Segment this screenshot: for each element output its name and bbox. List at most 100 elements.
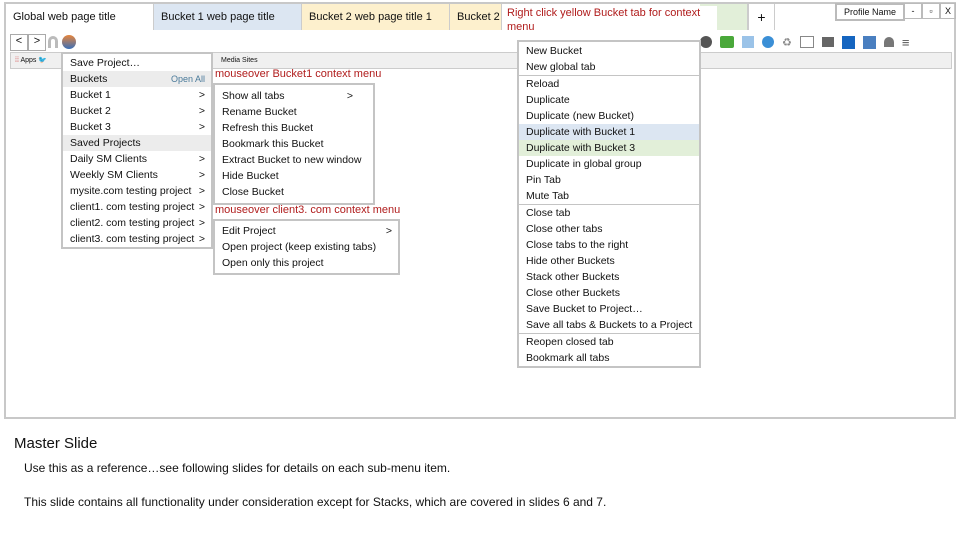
project-item-label: Daily SM Clients — [70, 153, 148, 165]
bucket-menu-item-label: Refresh this Bucket — [222, 122, 314, 134]
clock-icon[interactable] — [762, 36, 774, 48]
context-menu-item[interactable]: Hide other Buckets — [519, 253, 699, 269]
bucket-menu-item[interactable]: Show all tabs > — [215, 88, 373, 104]
context-menu-item[interactable]: Pin Tab — [519, 172, 699, 188]
cast-icon[interactable] — [799, 36, 814, 48]
recycle-icon[interactable]: ♻ — [782, 36, 792, 49]
bucket-item[interactable]: Bucket 1 > — [63, 87, 211, 103]
tab-global[interactable]: Global web page title — [6, 4, 154, 30]
context-menu-item-label: Duplicate (new Bucket) — [526, 110, 634, 122]
check-icon[interactable] — [700, 36, 712, 48]
new-tab-button[interactable]: + — [748, 4, 775, 30]
context-menu-item[interactable]: Duplicate — [519, 92, 699, 108]
bucket-item[interactable]: Bucket 2 > — [63, 103, 211, 119]
note-right-click: Right click yellow Bucket tab for contex… — [507, 6, 717, 34]
context-menu-item[interactable]: New Bucket — [519, 43, 699, 59]
chevron-right-icon: > — [198, 201, 205, 213]
bucket-menu-item[interactable]: Refresh this Bucket — [215, 120, 373, 136]
tab-bucket2-2[interactable]: Bucket 2 — [450, 4, 502, 30]
context-menu-item-label: Reopen closed tab — [526, 336, 614, 348]
context-menu-item[interactable]: Duplicate with Bucket 1 — [519, 124, 699, 140]
menu-group: Reopen closed tab Bookmark all tabs — [519, 333, 699, 366]
bucket-menu-item[interactable]: Close Bucket — [215, 184, 373, 200]
bucket-menu-item[interactable]: Extract Bucket to new window — [215, 152, 373, 168]
project-item-label: mysite.com testing project — [70, 185, 192, 197]
apps-icon: ⁞⁞ — [15, 57, 19, 64]
context-menu-item[interactable]: Duplicate (new Bucket) — [519, 108, 699, 124]
menu-group: Close tab Close other tabs Close tabs to t… — [519, 204, 699, 333]
project-item[interactable]: Weekly SM Clients > — [63, 167, 211, 183]
context-menu-item[interactable]: Close other Buckets — [519, 285, 699, 301]
reload-icon[interactable] — [48, 36, 58, 48]
project-item-label: client3. com testing project — [70, 233, 195, 245]
chevron-right-icon: > — [385, 225, 392, 237]
tab-bucket2-1[interactable]: Bucket 2 web page title 1 — [302, 4, 450, 30]
chevron-right-icon: > — [198, 233, 205, 245]
bookmark-media[interactable]: Media Sites — [221, 53, 258, 68]
bucket-menu-item-label: Bookmark this Bucket — [222, 138, 324, 150]
project-item[interactable]: Daily SM Clients > — [63, 151, 211, 167]
context-menu-item[interactable]: Stack other Buckets — [519, 269, 699, 285]
project-menu-item[interactable]: Open only this project — [215, 255, 398, 271]
project-item[interactable]: client2. com testing project > — [63, 215, 211, 231]
bucket-item[interactable]: Bucket 3 > — [63, 119, 211, 135]
extension-icon[interactable] — [62, 35, 76, 49]
project-menu-item[interactable]: Edit Project > — [215, 223, 398, 239]
bucket-menu-item[interactable]: Bookmark this Bucket — [215, 136, 373, 152]
chevron-right-icon: > — [198, 153, 205, 165]
twitter-icon[interactable]: 🐦 — [38, 57, 47, 64]
context-menu-item[interactable]: Save Bucket to Project… — [519, 301, 699, 317]
trello-icon[interactable] — [841, 35, 855, 49]
slide-line2: This slide contains all functionality un… — [24, 495, 607, 509]
project-menu-item[interactable]: Open project (keep existing tabs) — [215, 239, 398, 255]
chevron-right-icon: > — [198, 105, 205, 117]
profile-button[interactable]: Profile Name — [835, 3, 905, 21]
context-menu-item-label: Stack other Buckets — [526, 271, 620, 283]
like-icon[interactable] — [862, 35, 876, 49]
chevron-right-icon: > — [198, 217, 205, 229]
context-menu-item-label: Save all tabs & Buckets to a Project — [526, 319, 693, 331]
bucket-menu-item[interactable]: Hide Bucket — [215, 168, 373, 184]
context-menu-item[interactable]: Duplicate with Bucket 3 — [519, 140, 699, 156]
context-menu-item-label: Pin Tab — [526, 174, 561, 186]
save-project-item[interactable]: Save Project… — [63, 55, 211, 71]
open-all-button[interactable]: Open All — [171, 71, 205, 87]
bucket-item-label: Bucket 1 — [70, 89, 111, 101]
project-menu-item-label: Open only this project — [222, 257, 324, 269]
project-menu-item-label: Open project (keep existing tabs) — [222, 241, 377, 253]
bookmark-apps[interactable]: Apps — [20, 57, 36, 64]
back-button[interactable]: < — [10, 34, 28, 51]
project-item[interactable]: client1. com testing project > — [63, 199, 211, 215]
bucket-menu-item[interactable]: Rename Bucket — [215, 104, 373, 120]
minimize-button[interactable]: - — [904, 3, 922, 19]
context-menu-item-label: Close other tabs — [526, 223, 603, 235]
user-icon[interactable] — [883, 37, 894, 47]
chevron-right-icon: > — [198, 89, 205, 101]
context-menu-item[interactable]: New global tab — [519, 59, 699, 75]
menu-icon[interactable]: ≡ — [902, 35, 910, 50]
calendar-icon[interactable] — [742, 36, 754, 48]
context-menu-item-label: Close other Buckets — [526, 287, 620, 299]
close-window-button[interactable]: X — [940, 3, 956, 19]
project-item[interactable]: mysite.com testing project > — [63, 183, 211, 199]
bucket-item-label: Bucket 2 — [70, 105, 111, 117]
chevron-right-icon: > — [346, 90, 353, 102]
forward-button[interactable]: > — [28, 34, 46, 51]
bucket-menu-item-label: Show all tabs — [222, 90, 285, 102]
context-menu-item[interactable]: Reload — [519, 76, 699, 92]
context-menu-item[interactable]: Mute Tab — [519, 188, 699, 204]
mail-icon[interactable] — [821, 37, 834, 47]
context-menu-item[interactable]: Save all tabs & Buckets to a Project — [519, 317, 699, 333]
green-extension-icon[interactable] — [720, 36, 734, 48]
context-menu-item[interactable]: Close other tabs — [519, 221, 699, 237]
context-menu-item[interactable]: Reopen closed tab — [519, 334, 699, 350]
context-menu-item[interactable]: Close tabs to the right — [519, 237, 699, 253]
context-menu-item[interactable]: Close tab — [519, 205, 699, 221]
tab-bucket1[interactable]: Bucket 1 web page title — [154, 4, 302, 30]
project-item[interactable]: client3. com testing project > — [63, 231, 211, 247]
context-menu-item[interactable]: Bookmark all tabs — [519, 350, 699, 366]
maximize-button[interactable]: ▫ — [922, 3, 940, 19]
context-menu-item-label: Hide other Buckets — [526, 255, 615, 267]
context-menu-item[interactable]: Duplicate in global group — [519, 156, 699, 172]
context-menu-item-label: New global tab — [526, 61, 596, 73]
